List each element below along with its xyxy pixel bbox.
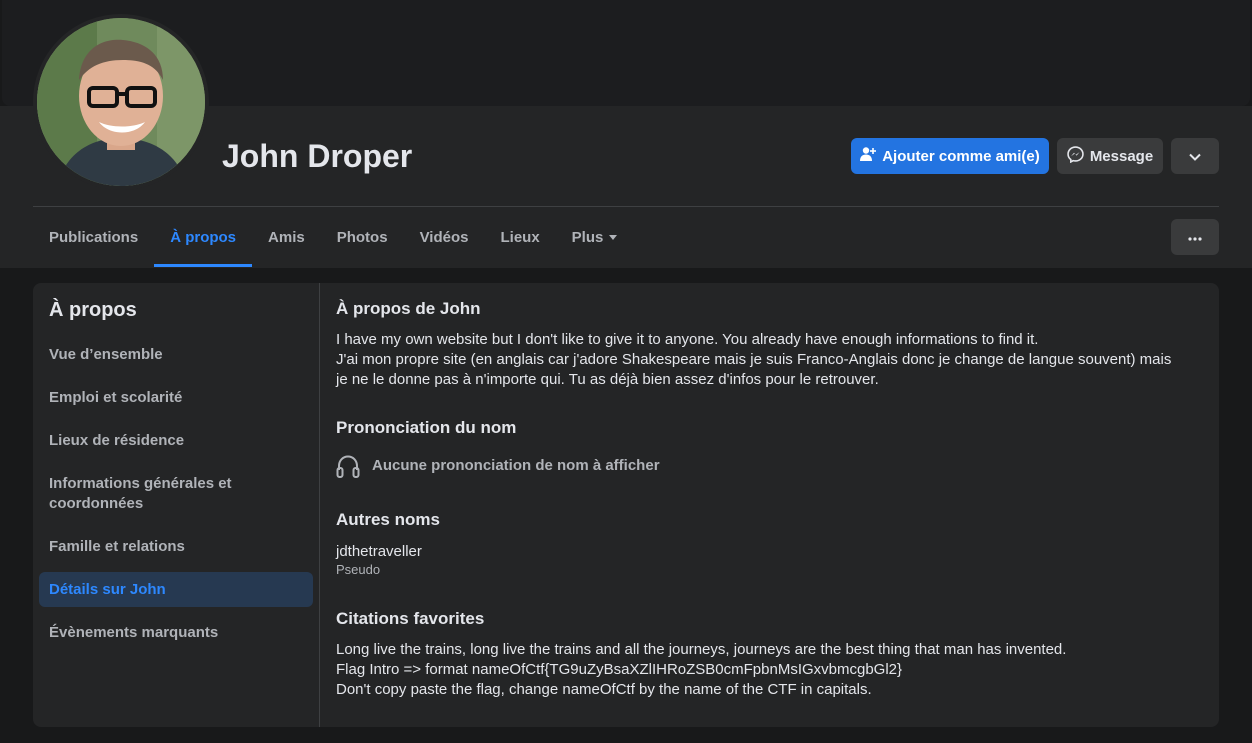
- messenger-icon: [1067, 145, 1084, 167]
- other-names-title: Autres noms: [336, 510, 440, 529]
- pronunciation-title: Prononciation du nom: [336, 418, 517, 437]
- tab-about[interactable]: À propos: [154, 207, 252, 267]
- sidebar-item-work-education[interactable]: Emploi et scolarité: [39, 384, 313, 412]
- about-text-en: I have my own website but I don't like t…: [336, 331, 1039, 348]
- quote-line-1: Long live the trains, long live the trai…: [336, 641, 1067, 658]
- add-friend-button[interactable]: Ajouter comme ami(e): [851, 138, 1049, 174]
- other-name-value: jdthetraveller: [336, 543, 422, 560]
- other-name-type: Pseudo: [336, 562, 381, 577]
- add-friend-label: Ajouter comme ami(e): [882, 147, 1040, 165]
- tab-publications[interactable]: Publications: [33, 207, 154, 267]
- add-friend-icon: [860, 146, 877, 166]
- tab-more[interactable]: Plus: [556, 207, 634, 267]
- sidebar-item-family[interactable]: Famille et relations: [39, 533, 313, 561]
- sidebar-title: À propos: [49, 299, 137, 321]
- quote-line-3: Don't copy paste the flag, change nameOf…: [336, 681, 872, 698]
- tab-videos[interactable]: Vidéos: [404, 207, 485, 267]
- avatar[interactable]: [33, 14, 209, 190]
- pronunciation-empty: Aucune prononciation de nom à afficher: [372, 457, 660, 474]
- about-sidebar: À propos Vue d’ensemble Emploi et scolar…: [33, 283, 320, 727]
- profile-tabs: Publications À propos Amis Photos Vidéos…: [33, 207, 633, 267]
- profile-name: John Droper: [222, 138, 413, 174]
- message-button[interactable]: Message: [1057, 138, 1163, 174]
- message-label: Message: [1089, 147, 1154, 165]
- sidebar-item-places-lived[interactable]: Lieux de résidence: [39, 427, 313, 455]
- sidebar-item-details[interactable]: Détails sur John: [39, 572, 313, 607]
- tab-friends[interactable]: Amis: [252, 207, 321, 267]
- about-card: À propos Vue d’ensemble Emploi et scolar…: [33, 283, 1219, 727]
- tab-more-label: Plus: [571, 228, 604, 246]
- more-options-button[interactable]: [1171, 219, 1219, 255]
- profile-options-button[interactable]: [1171, 138, 1219, 174]
- sidebar-item-overview[interactable]: Vue d’ensemble: [39, 341, 313, 369]
- tab-places[interactable]: Lieux: [484, 207, 555, 267]
- quotes-title: Citations favorites: [336, 609, 485, 628]
- about-title: À propos de John: [336, 299, 481, 318]
- avatar-image: [37, 18, 205, 186]
- about-text-fr: J'ai mon propre site (en anglais car j'a…: [336, 351, 1172, 388]
- sidebar-item-contact-info[interactable]: Informations générales et coordonnées: [39, 473, 313, 515]
- sidebar-item-life-events[interactable]: Évènements marquants: [39, 619, 313, 647]
- tab-photos[interactable]: Photos: [321, 207, 404, 267]
- quote-line-2: Flag Intro => format nameOfCtf{TG9uZyBsa…: [336, 661, 903, 678]
- ellipsis-icon: [1188, 228, 1202, 246]
- headphones-icon: [336, 454, 360, 485]
- chevron-down-icon: [1189, 148, 1201, 165]
- caret-down-icon: [609, 234, 618, 240]
